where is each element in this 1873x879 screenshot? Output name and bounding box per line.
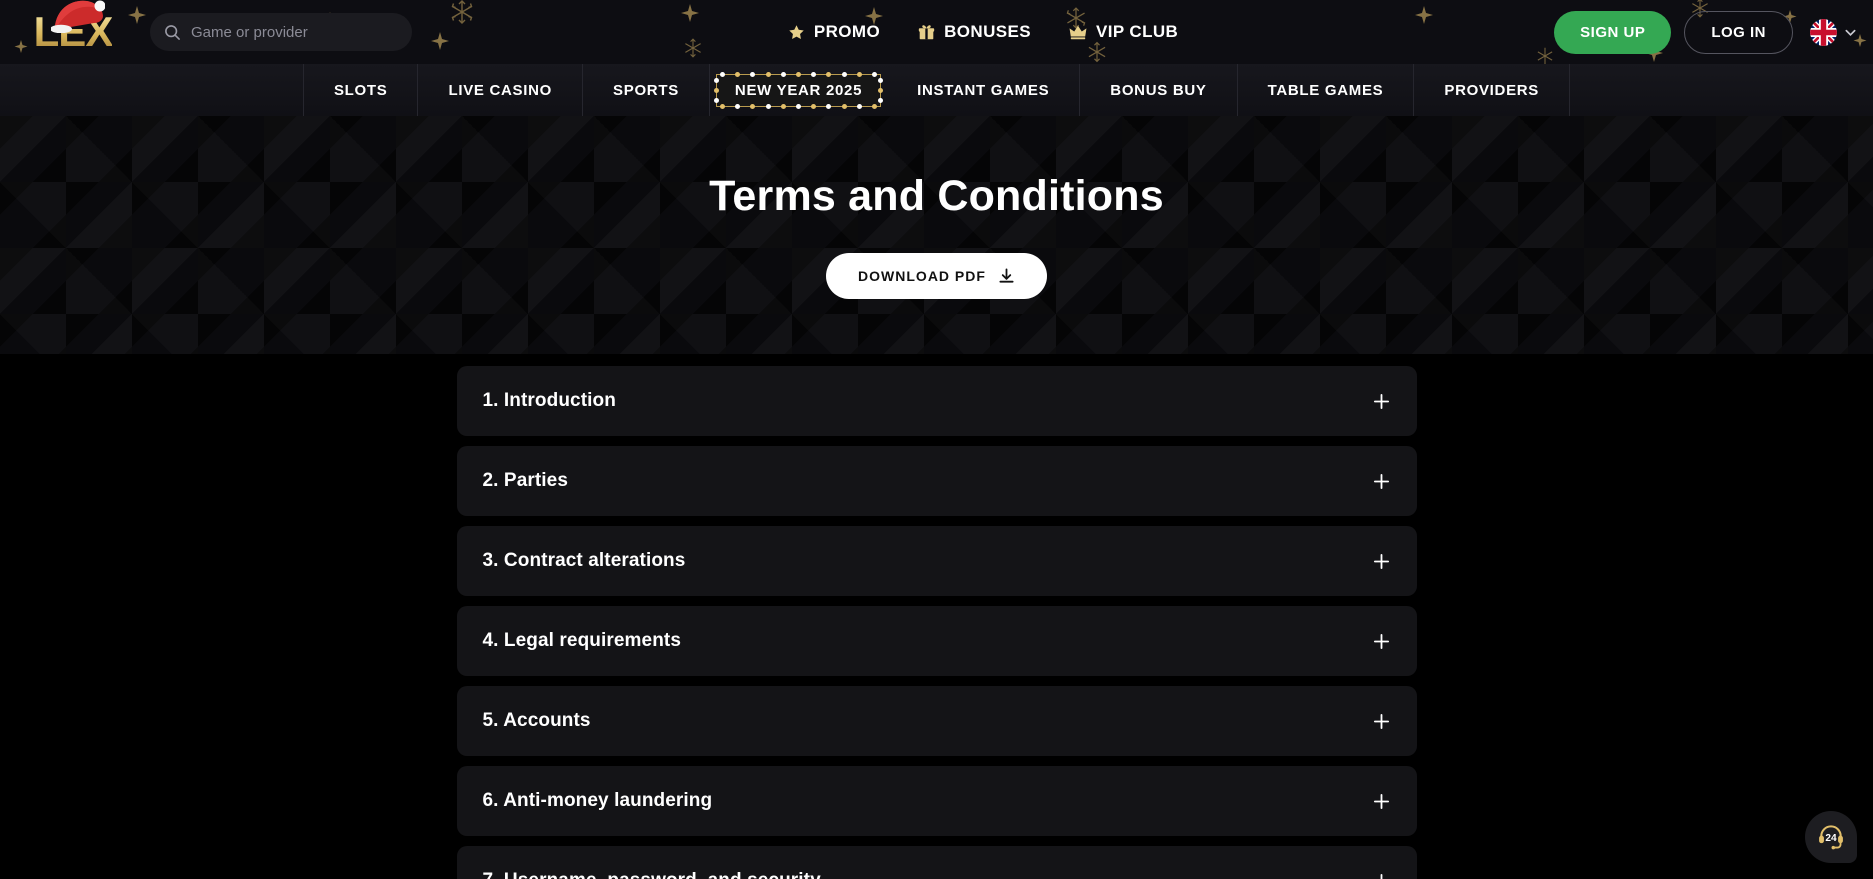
accordion-title: 7. Username, password, and security (483, 870, 821, 879)
subnav-item-live-casino[interactable]: LIVE CASINO (418, 64, 584, 116)
accordion-title: 3. Contract alterations (482, 550, 686, 571)
plus-icon[interactable] (1372, 712, 1391, 731)
subnav-item-providers[interactable]: PROVIDERS (1414, 64, 1571, 116)
subnav-item-slots[interactable]: SLOTS (302, 64, 419, 116)
accordion-title: 2. Parties (482, 470, 568, 491)
plus-icon[interactable] (1372, 552, 1391, 571)
accordion-item[interactable]: 2. Parties (456, 446, 1417, 516)
subnav-item-new-year-2025[interactable]: NEW YEAR 2025 (710, 71, 887, 109)
marquee-lights-right (878, 75, 884, 106)
page-title: Terms and Conditions (709, 172, 1164, 220)
accordion-item[interactable]: 4. Legal requirements (456, 606, 1417, 676)
nav-label: PROMO (813, 22, 881, 41)
star-icon (788, 24, 805, 41)
marquee-lights-top (717, 71, 880, 77)
auth-actions: SIGN UP LOG IN (1554, 10, 1857, 54)
download-pdf-button[interactable]: DOWNLOAD PDF (826, 253, 1047, 299)
subnav-item-bonus-buy[interactable]: BONUS BUY (1080, 64, 1238, 116)
crown-icon (1069, 23, 1087, 41)
nav-label: VIP CLUB (1096, 22, 1179, 41)
download-icon (999, 268, 1014, 283)
accordion-item[interactable]: 5. Accounts (456, 686, 1417, 756)
hero-section: Terms and Conditions DOWNLOAD PDF (0, 116, 1873, 354)
support-badge-count: 24 (1825, 833, 1837, 844)
subnav-item-table-games[interactable]: TABLE GAMES (1238, 64, 1415, 116)
accordion-item[interactable]: 6. Anti-money laundering (456, 766, 1417, 836)
marquee-lights-bottom (717, 103, 880, 109)
top-header: LEX Game or provider PROMO BONUSES VIP C… (0, 0, 1873, 64)
plus-icon[interactable] (1372, 872, 1391, 879)
accordion-list: 1. Introduction 2. Parties 3. Contract a… (456, 366, 1417, 879)
plus-icon[interactable] (1372, 392, 1391, 411)
category-nav: SLOTS LIVE CASINO SPORTS NEW YEAR 2025 I… (0, 64, 1873, 116)
subnav-item-sports[interactable]: SPORTS (583, 64, 710, 116)
download-pdf-label: DOWNLOAD PDF (858, 268, 986, 284)
language-selector[interactable] (1810, 18, 1857, 46)
sign-up-button[interactable]: SIGN UP (1554, 10, 1672, 54)
search-icon (165, 24, 180, 40)
accordion-item[interactable]: 3. Contract alterations (456, 526, 1417, 596)
plus-icon[interactable] (1372, 792, 1391, 811)
accordion-title: 5. Accounts (482, 710, 591, 731)
subnav-label: NEW YEAR 2025 (734, 81, 863, 99)
search-placeholder: Game or provider (191, 23, 308, 41)
accordion-title: 4. Legal requirements (482, 630, 682, 651)
uk-flag-icon (1810, 18, 1837, 46)
nav-item-vip-club[interactable]: VIP CLUB (1069, 22, 1178, 42)
plus-icon[interactable] (1372, 632, 1391, 651)
headset-icon: 24 (1819, 825, 1843, 850)
santa-hat-icon (51, 0, 105, 33)
accordion-item[interactable]: 7. Username, password, and security (456, 846, 1417, 879)
accordion-title: 1. Introduction (482, 390, 616, 411)
terms-content: 1. Introduction 2. Parties 3. Contract a… (0, 354, 1873, 879)
site-logo[interactable]: LEX (14, 0, 132, 64)
marquee-frame: NEW YEAR 2025 (713, 71, 884, 109)
accordion-item[interactable]: 1. Introduction (456, 366, 1417, 436)
nav-item-bonuses[interactable]: BONUSES (918, 22, 1031, 42)
hero-background-pattern (0, 116, 1873, 354)
marquee-lights-left (713, 75, 719, 106)
main-nav: PROMO BONUSES VIP CLUB (412, 22, 1554, 42)
log-in-button[interactable]: LOG IN (1684, 10, 1793, 54)
gift-icon (918, 24, 935, 41)
nav-item-promo[interactable]: PROMO (788, 22, 880, 42)
page-root: LEX Game or provider PROMO BONUSES VIP C… (0, 0, 1873, 879)
search-input[interactable]: Game or provider (150, 13, 412, 51)
nav-label: BONUSES (944, 22, 1031, 41)
subnav-item-instant-games[interactable]: INSTANT GAMES (887, 64, 1081, 116)
plus-icon[interactable] (1372, 472, 1391, 491)
chevron-down-icon (1845, 29, 1856, 36)
support-chat-button[interactable]: 24 (1805, 811, 1857, 863)
accordion-title: 6. Anti-money laundering (482, 790, 713, 811)
